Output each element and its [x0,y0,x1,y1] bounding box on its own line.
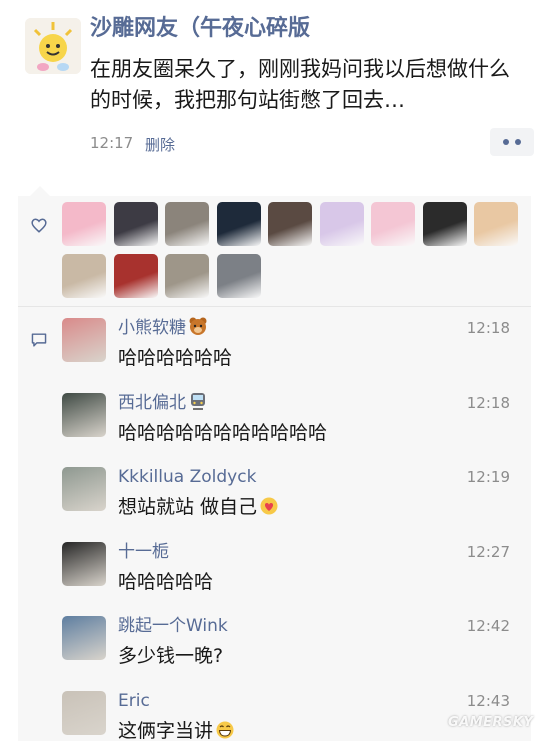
comment-text-content: 想站就站 做自己 [118,496,258,518]
comment-time: 12:18 [466,319,510,337]
like-avatar[interactable] [165,202,209,246]
commenter-name-text: 小熊软糖 [118,318,186,338]
commenter-name[interactable]: 十一栀 [118,540,169,564]
commenter-name[interactable]: Eric [118,689,150,713]
comment-bubble-icon [31,333,47,347]
commenter-avatar[interactable] [62,467,106,511]
like-avatar[interactable] [62,254,106,298]
comment-time: 12:18 [466,393,510,412]
post-text: 在朋友圈呆久了，刚刚我妈问我以后想做什么的时候，我把那句站街憋了回去… [90,57,510,112]
commenter-avatar[interactable] [62,690,106,735]
author-avatar[interactable] [25,18,81,74]
commenter-name-text: 跳起一个Wink [118,616,228,636]
comment-text: 哈哈哈哈哈哈哈哈哈哈哈 [118,419,327,447]
commenter-name[interactable]: 西北偏北 [118,391,208,415]
like-avatar[interactable] [371,202,415,246]
comment-text-content: 多少钱一晚? [118,645,224,667]
like-avatar[interactable] [474,202,518,246]
more-dots-icon [515,139,521,145]
commenter-avatar[interactable] [62,318,106,362]
like-avatar[interactable] [268,202,312,246]
comment-text: 哈哈哈哈哈 [118,568,213,596]
author-name[interactable]: 沙雕网友（午夜心碎版 [90,14,310,44]
panel-arrow [30,186,50,196]
more-button[interactable] [490,128,534,156]
comment-time: 12:42 [466,617,510,635]
sun-face-avatar-icon [25,18,81,74]
comment-text: 想站就站 做自己 [118,493,279,521]
comment-item[interactable]: 西北偏北 12:18 哈哈哈哈哈哈哈哈哈哈哈 [62,391,522,467]
like-avatar[interactable] [319,202,364,246]
comment-text-content: 这俩字当讲 [118,719,214,741]
like-avatar[interactable] [113,254,158,298]
comment-item[interactable]: 跳起一个Wink 12:42 多少钱一晚? [62,616,522,690]
comment-item[interactable]: Kkkillua Zoldyck 12:19 想站就站 做自己 [62,467,522,541]
comment-time: 12:19 [466,468,510,486]
commenter-name-text: Kkkillua Zoldyck [118,467,257,487]
comment-text-content: 哈哈哈哈哈 [118,570,214,593]
commenter-avatar[interactable] [62,392,106,437]
like-avatar[interactable] [62,202,106,246]
commenter-name[interactable]: 跳起一个Wink [118,614,228,638]
commenter-avatar[interactable] [62,616,106,660]
comment-text-content: 哈哈哈哈哈哈哈哈哈哈哈 [118,421,328,444]
commenter-name-text: 十一栀 [118,541,169,562]
comment-text: 多少钱一晚? [118,642,223,670]
moments-post: 沙雕网友（午夜心碎版 在朋友圈呆久了，刚刚我妈问我以后想做什么的时候，我把那句站… [0,0,550,741]
comment-item[interactable]: 十一栀 12:27 哈哈哈哈哈 [62,540,522,616]
like-avatar[interactable] [216,254,261,298]
comment-text-content: 哈哈哈哈哈哈 [118,347,233,369]
watermark: GAMERSKY [448,715,534,730]
heart-outline-icon [31,218,47,233]
like-avatar[interactable] [216,202,261,246]
train-emoji [186,392,208,413]
comment-text: 哈哈哈哈哈哈 [118,344,232,372]
like-avatar[interactable] [165,254,209,298]
commenter-name[interactable]: Kkkillua Zoldyck [118,465,256,489]
more-dots-icon [503,139,509,145]
comment-time: 12:27 [466,542,510,561]
like-avatar[interactable] [422,202,467,246]
commenter-avatar[interactable] [62,541,106,586]
like-avatar[interactable] [113,202,158,246]
grin-emoji [213,720,235,741]
post-time: 12:17 [90,134,134,152]
bear-face-emoji [186,317,208,338]
commenter-name[interactable]: 小熊软糖 [118,316,208,340]
delete-link[interactable]: 删除 [145,134,175,155]
likes-comments-panel: 小熊软糖 12:18 哈哈哈哈哈哈 西北偏北 12:18 哈哈哈哈哈哈哈哈哈哈哈 Kkkil… [18,196,531,741]
comment-item[interactable]: 小熊软糖 12:18 哈哈哈哈哈哈 [62,316,522,392]
comment-time: 12:43 [466,691,510,710]
heart-hands-emoji [257,496,279,518]
commenter-name-text: Eric [118,690,150,711]
divider [18,306,531,307]
commenter-name-text: 西北偏北 [118,392,186,413]
comment-text: 这俩字当讲 [118,717,235,741]
